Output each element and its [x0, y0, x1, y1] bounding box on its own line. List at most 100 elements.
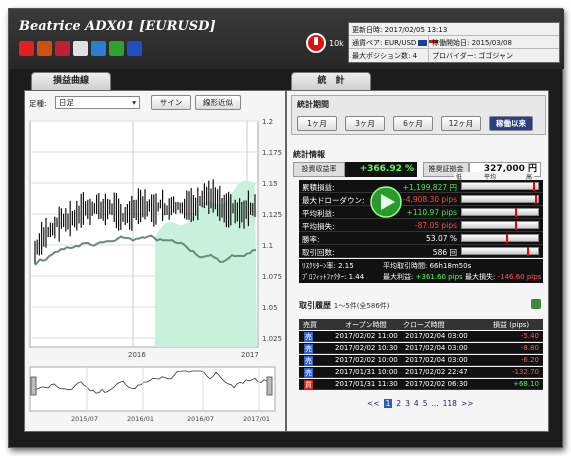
- stat-level-bar: [461, 247, 539, 256]
- stats-info-title: 統計情報: [293, 150, 325, 159]
- info-pair: 通貨ペア: EUR/USD: [349, 36, 439, 48]
- stat-label: 平均利益:: [302, 209, 335, 218]
- stat-level-marker: [533, 182, 536, 191]
- power-icon[interactable]: [306, 33, 326, 53]
- pnl: -5.40: [520, 332, 539, 340]
- sign-button[interactable]: サイン: [151, 95, 191, 110]
- y-tick-label: 1.125: [262, 211, 282, 219]
- open-time: 2017/02/02 11:00: [335, 332, 398, 340]
- x-tick-label: 2017: [241, 351, 259, 359]
- page-link[interactable]: 3: [405, 399, 410, 408]
- period-12m-button[interactable]: 12ヶ月: [441, 116, 481, 131]
- history-header-cell: 損益 (pips): [493, 321, 530, 329]
- info-start: 稼働開始日: 2015/03/08: [432, 39, 512, 47]
- period-all-button[interactable]: 稼働以来: [489, 116, 533, 131]
- stat-value: 53.07 %: [426, 234, 457, 243]
- stat-level-marker: [534, 195, 537, 204]
- app-window: Beatrice ADX01 [EURUSD] 10k 更新日時: 2017/0…: [8, 8, 564, 448]
- table-row[interactable]: 売 2017/02/02 10:00 2017/02/04 03:00 -6.20: [299, 355, 543, 366]
- stat-label: 累積損益:: [302, 183, 335, 192]
- left-panel: 足種: 日足 ▾ サイン 線形近似 1.2 1.175 1.15 1.125 1.1 1.0…: [24, 90, 286, 432]
- stat-label: 最大ドローダウン:: [302, 196, 365, 205]
- side-badge: 売: [304, 356, 313, 366]
- period-3m-button[interactable]: 3ヶ月: [345, 116, 385, 131]
- avg-trade-time: 平均取引時間: 66h18m50s: [383, 262, 472, 270]
- y-tick-label: 1.175: [262, 149, 282, 157]
- open-time: 2017/01/31 11:30: [335, 380, 398, 388]
- top100-alt-icon[interactable]: [55, 41, 70, 56]
- history-header-cell: 売買: [303, 321, 317, 329]
- history-header: 売買 オープン時間 クローズ時間 損益 (pips): [299, 319, 543, 330]
- range-handle-right[interactable]: [266, 376, 273, 396]
- table-row[interactable]: 買 2017/01/31 11:30 2017/02/02 06:30 +68.10: [299, 379, 543, 390]
- chevron-down-icon: ▾: [132, 98, 136, 107]
- stat-row: 取引回数: 586 回: [299, 245, 543, 258]
- stats-extra: ﾘｽｸﾘﾀｰﾝ率: 2.15 平均取引時間: 66h18m50s ﾌﾟﾛﾌｨｯﾄ…: [299, 259, 543, 283]
- mini-x-tick-label: 2017/01: [243, 415, 270, 423]
- smile-icon[interactable]: [19, 41, 34, 56]
- max-profit: 最大利益: +361.60 pips: [383, 273, 463, 281]
- header: Beatrice ADX01 [EURUSD] 10k 更新日時: 2017/0…: [9, 9, 564, 69]
- stat-label: 取引回数:: [302, 248, 335, 257]
- history-header-cell: クローズ時間: [403, 321, 445, 329]
- stat-row: 累積損益: +1,199,827 円: [299, 180, 543, 193]
- page-link[interactable]: 1: [383, 399, 393, 408]
- stat-value: -87.05 pips: [414, 221, 457, 230]
- stat-value: 586 回: [432, 248, 457, 257]
- close-time: 2017/02/02 22:47: [405, 368, 468, 376]
- tab-statistics[interactable]: 統 計: [291, 72, 371, 90]
- side-badge: 売: [304, 332, 313, 342]
- side-badge: 買: [304, 380, 313, 390]
- period-title: 統計期間: [297, 100, 329, 109]
- period-1m-button[interactable]: 1ヶ月: [297, 116, 337, 131]
- eu-flag-icon: [418, 40, 428, 46]
- timeframe-label: 足種:: [29, 99, 47, 108]
- page-link[interactable]: 2: [396, 399, 401, 408]
- pnl: -6.20: [520, 356, 539, 364]
- ten-k-label: 10k: [329, 39, 344, 48]
- chart-icon[interactable]: [91, 41, 106, 56]
- stat-level-bar: [461, 221, 539, 230]
- page-link[interactable]: 4: [414, 399, 419, 408]
- mini-x-tick-label: 2016/07: [187, 415, 214, 423]
- tab-profit-curve[interactable]: 損益曲線: [31, 72, 111, 90]
- period-6m-button[interactable]: 6ヶ月: [393, 116, 433, 131]
- history-title: 取引履歴 1～5件(全586件): [299, 301, 390, 310]
- stat-level-marker: [527, 247, 530, 256]
- profit-rate-label: 投資収益率: [293, 162, 345, 177]
- globe-icon[interactable]: [127, 41, 142, 56]
- range-handle-left[interactable]: [30, 376, 37, 396]
- side-badge: 売: [304, 368, 313, 378]
- export-icon[interactable]: [531, 299, 541, 309]
- play-icon[interactable]: [369, 185, 403, 219]
- open-time: 2017/02/02 10:30: [335, 344, 398, 352]
- open-time: 2017/01/31 10:00: [335, 368, 398, 376]
- timeframe-select[interactable]: 日足 ▾: [55, 96, 140, 109]
- stat-level-bar: [461, 208, 539, 217]
- info-provider: プロバイダー: ゴゴジャン: [432, 52, 513, 60]
- stat-level-bar: [461, 195, 539, 204]
- page-link[interactable]: >>: [461, 399, 474, 408]
- y-tick-label: 1.075: [262, 273, 282, 281]
- profit-rate-value: +366.92 %: [345, 162, 417, 177]
- table-row[interactable]: 売 2017/02/02 11:00 2017/02/04 03:00 -5.40: [299, 331, 543, 342]
- formula-icon[interactable]: [109, 41, 124, 56]
- close-time: 2017/02/04 03:00: [405, 332, 468, 340]
- page-link[interactable]: <<: [367, 399, 380, 408]
- page-link[interactable]: 118: [443, 399, 457, 408]
- page-link[interactable]: 5: [423, 399, 428, 408]
- pnl: -132.70: [511, 368, 539, 376]
- top100-icon[interactable]: [37, 41, 52, 56]
- info-updated: 更新日時: 2017/02/05 13:13: [352, 26, 448, 34]
- page-link[interactable]: ...: [431, 399, 438, 408]
- info-box: 更新日時: 2017/02/05 13:13 通貨ペア: EUR/USD 稼働開始…: [348, 22, 560, 63]
- stat-label: 平均損失:: [302, 222, 335, 231]
- side-badge: 売: [304, 344, 313, 354]
- table-row[interactable]: 売 2017/02/02 10:30 2017/02/04 03:00 -8.80: [299, 343, 543, 354]
- gift-icon[interactable]: [73, 41, 88, 56]
- table-row[interactable]: 売 2017/01/31 10:00 2017/02/02 22:47 -132.70: [299, 367, 543, 378]
- linear-fit-button[interactable]: 線形近似: [195, 95, 241, 110]
- stat-row: 勝率: 53.07 %: [299, 232, 543, 245]
- x-tick-label: 2016: [128, 351, 146, 359]
- mini-chart[interactable]: 2015/07 2016/01 2016/07 2017/01: [25, 365, 287, 429]
